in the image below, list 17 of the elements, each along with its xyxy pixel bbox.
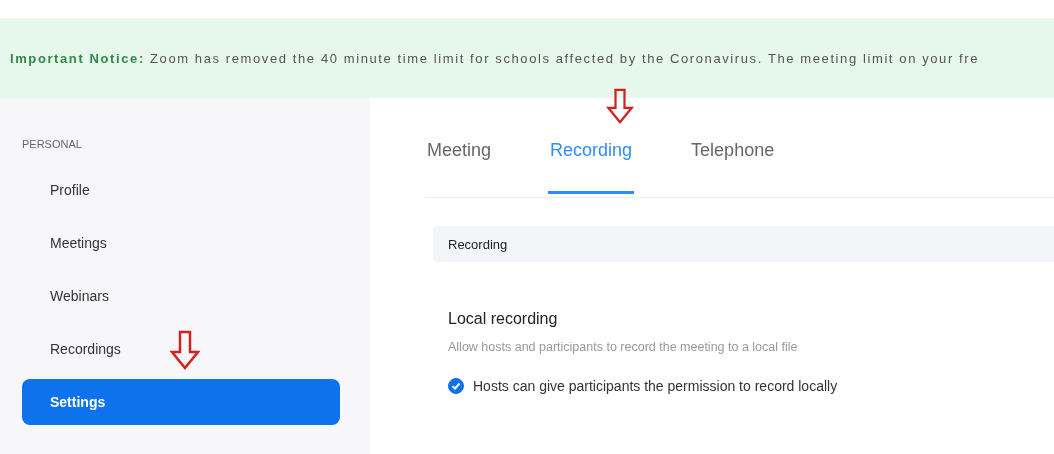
tab[interactable]: Meeting	[425, 98, 494, 194]
checkbox[interactable]	[448, 378, 464, 394]
down-arrow-icon	[605, 88, 635, 124]
setting-title: Local recording	[448, 310, 559, 328]
tab[interactable]: Telephone	[689, 98, 777, 194]
notice-text: Important Notice: Zoom has removed the 40 minute time limit for schools affected by the Coronavirus. The meeting limit on your fre	[10, 50, 980, 66]
sidebar-item[interactable]: Settings	[22, 379, 340, 425]
sidebar-item[interactable]: Recordings	[22, 326, 340, 372]
checkmark-icon	[450, 380, 462, 392]
sidebar-item[interactable]: Meetings	[22, 220, 340, 266]
setting-description: Allow hosts and participants to record the meeting to a local file	[448, 340, 799, 354]
checkbox-label: Hosts can give participants the permission to record locally	[473, 378, 838, 394]
sidebar-item[interactable]: Webinars	[22, 273, 340, 319]
section-title: Recording	[448, 236, 508, 252]
section-label: PERSONAL	[22, 138, 83, 150]
sidebar-item[interactable]: Profile	[22, 167, 340, 213]
down-arrow-icon	[170, 330, 200, 370]
